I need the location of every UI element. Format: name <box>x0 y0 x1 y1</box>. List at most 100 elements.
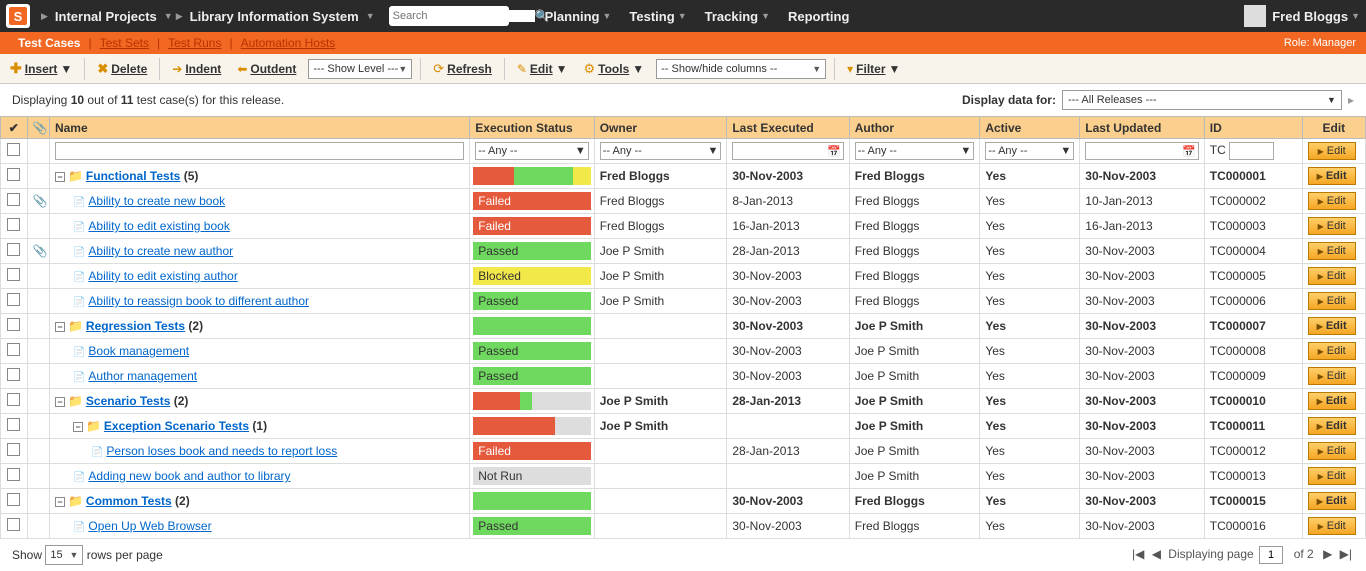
show-hide-columns-select[interactable]: -- Show/hide columns --▼ <box>656 59 826 79</box>
edit-row-button[interactable]: ▶Edit <box>1308 192 1356 210</box>
page-size-select[interactable]: 15▼ <box>45 545 83 565</box>
breadcrumb-subproject[interactable]: Library Information System <box>186 9 363 24</box>
test-case-link[interactable]: Ability to edit existing author <box>88 269 237 283</box>
user-menu[interactable]: Fred Bloggs ▼ <box>1244 5 1360 27</box>
insert-button[interactable]: ✚Insert▼ <box>6 58 76 79</box>
test-case-link[interactable]: Common Tests <box>86 494 172 508</box>
row-checkbox[interactable] <box>7 218 20 231</box>
tab-test-cases[interactable]: Test Cases <box>10 36 88 50</box>
row-checkbox[interactable] <box>7 493 20 506</box>
edit-row-button[interactable]: ▶Edit <box>1308 392 1356 410</box>
edit-row-button[interactable]: ▶Edit <box>1308 167 1356 185</box>
edit-row-button[interactable]: ▶Edit <box>1308 267 1356 285</box>
search-box[interactable]: 🔍 <box>389 6 509 26</box>
menu-tracking[interactable]: Tracking▼ <box>699 9 776 24</box>
edit-row-button[interactable]: ▶Edit <box>1308 342 1356 360</box>
test-case-link[interactable]: Person loses book and needs to report lo… <box>106 444 337 458</box>
edit-row-button[interactable]: ▶Edit <box>1308 467 1356 485</box>
row-checkbox[interactable] <box>7 518 20 531</box>
test-case-link[interactable]: Scenario Tests <box>86 394 170 408</box>
filter-owner-select[interactable]: -- Any --▼ <box>600 142 722 160</box>
release-select[interactable]: --- All Releases ---▼ <box>1062 90 1342 110</box>
edit-row-button[interactable]: ▶Edit <box>1308 367 1356 385</box>
filter-author-select[interactable]: -- Any --▼ <box>855 142 975 160</box>
edit-row-button[interactable]: ▶Edit <box>1308 492 1356 510</box>
tools-button[interactable]: ⚙Tools▼ <box>579 59 648 79</box>
col-owner[interactable]: Owner <box>594 117 727 139</box>
first-page-button[interactable]: |◀ <box>1130 547 1146 561</box>
menu-testing[interactable]: Testing▼ <box>623 9 692 24</box>
expand-icon[interactable]: − <box>55 172 65 182</box>
edit-menu-button[interactable]: ✎Edit▼ <box>513 60 572 78</box>
menu-planning[interactable]: Planning▼ <box>539 9 618 24</box>
expand-icon[interactable]: − <box>55 322 65 332</box>
prev-page-button[interactable]: ◀ <box>1150 547 1163 561</box>
tab-test-sets[interactable]: Test Sets <box>92 36 157 50</box>
col-author[interactable]: Author <box>849 117 980 139</box>
filter-id-input[interactable] <box>1229 142 1274 160</box>
filter-active-select[interactable]: -- Any --▼ <box>985 142 1074 160</box>
filter-updated-date[interactable]: 📅 <box>1085 142 1198 160</box>
col-id[interactable]: ID <box>1204 117 1302 139</box>
test-case-link[interactable]: Regression Tests <box>86 319 185 333</box>
dropdown-icon[interactable]: ▼ <box>366 11 375 21</box>
edit-row-button[interactable]: ▶Edit <box>1308 442 1356 460</box>
next-page-button[interactable]: ▶ <box>1321 547 1334 561</box>
refresh-button[interactable]: ⟳Refresh <box>429 59 496 79</box>
col-attachment[interactable]: 📎 <box>27 117 49 139</box>
row-checkbox[interactable] <box>7 193 20 206</box>
filter-lastexec-date[interactable]: 📅 <box>732 142 843 160</box>
row-checkbox[interactable] <box>7 393 20 406</box>
test-case-link[interactable]: Book management <box>88 344 189 358</box>
row-checkbox[interactable] <box>7 343 20 356</box>
row-checkbox[interactable] <box>7 293 20 306</box>
row-checkbox[interactable] <box>7 418 20 431</box>
edit-row-button[interactable]: ▶Edit <box>1308 242 1356 260</box>
dropdown-icon[interactable]: ▼ <box>164 11 173 21</box>
test-case-link[interactable]: Functional Tests <box>86 169 180 183</box>
show-level-select[interactable]: --- Show Level ---▼ <box>308 59 412 79</box>
test-case-link[interactable]: Ability to reassign book to different au… <box>88 294 309 308</box>
col-active[interactable]: Active <box>980 117 1080 139</box>
row-checkbox[interactable] <box>7 443 20 456</box>
test-case-link[interactable]: Ability to create new author <box>88 244 233 258</box>
select-all-checkbox[interactable] <box>7 143 20 156</box>
edit-row-button[interactable]: ▶Edit <box>1308 517 1356 535</box>
expand-icon[interactable]: − <box>55 397 65 407</box>
row-checkbox[interactable] <box>7 468 20 481</box>
app-logo[interactable]: S <box>6 4 30 28</box>
row-checkbox[interactable] <box>7 243 20 256</box>
go-icon[interactable]: ▸ <box>1348 93 1354 107</box>
col-last-exec[interactable]: Last Executed <box>727 117 849 139</box>
edit-row-button[interactable]: ▶Edit <box>1308 292 1356 310</box>
filter-button[interactable]: ▾Filter▼ <box>843 60 904 78</box>
page-input[interactable] <box>1259 546 1283 564</box>
filter-status-select[interactable]: -- Any --▼ <box>475 142 588 160</box>
test-case-link[interactable]: Author management <box>88 369 197 383</box>
edit-row-button[interactable]: ▶Edit <box>1308 417 1356 435</box>
indent-button[interactable]: ➔Indent <box>168 60 225 78</box>
menu-reporting[interactable]: Reporting <box>782 9 855 24</box>
test-case-link[interactable]: Exception Scenario Tests <box>104 419 249 433</box>
col-name[interactable]: Name <box>49 117 469 139</box>
edit-row-button[interactable]: ▶Edit <box>1308 217 1356 235</box>
breadcrumb-project[interactable]: Internal Projects <box>51 9 161 24</box>
test-case-link[interactable]: Open Up Web Browser <box>88 519 211 533</box>
test-case-link[interactable]: Ability to edit existing book <box>88 219 229 233</box>
tab-automation-hosts[interactable]: Automation Hosts <box>233 36 344 50</box>
expand-icon[interactable]: − <box>55 497 65 507</box>
delete-button[interactable]: ✖Delete <box>93 59 151 79</box>
row-checkbox[interactable] <box>7 318 20 331</box>
row-checkbox[interactable] <box>7 168 20 181</box>
row-checkbox[interactable] <box>7 268 20 281</box>
filter-name-input[interactable] <box>55 142 464 160</box>
expand-icon[interactable]: − <box>73 422 83 432</box>
test-case-link[interactable]: Ability to create new book <box>88 194 225 208</box>
edit-row-button[interactable]: ▶Edit <box>1308 317 1356 335</box>
test-case-link[interactable]: Adding new book and author to library <box>88 469 290 483</box>
col-check[interactable]: ✔ <box>1 117 28 139</box>
search-input[interactable] <box>393 10 535 22</box>
col-updated[interactable]: Last Updated <box>1080 117 1204 139</box>
row-checkbox[interactable] <box>7 368 20 381</box>
last-page-button[interactable]: ▶| <box>1338 547 1354 561</box>
